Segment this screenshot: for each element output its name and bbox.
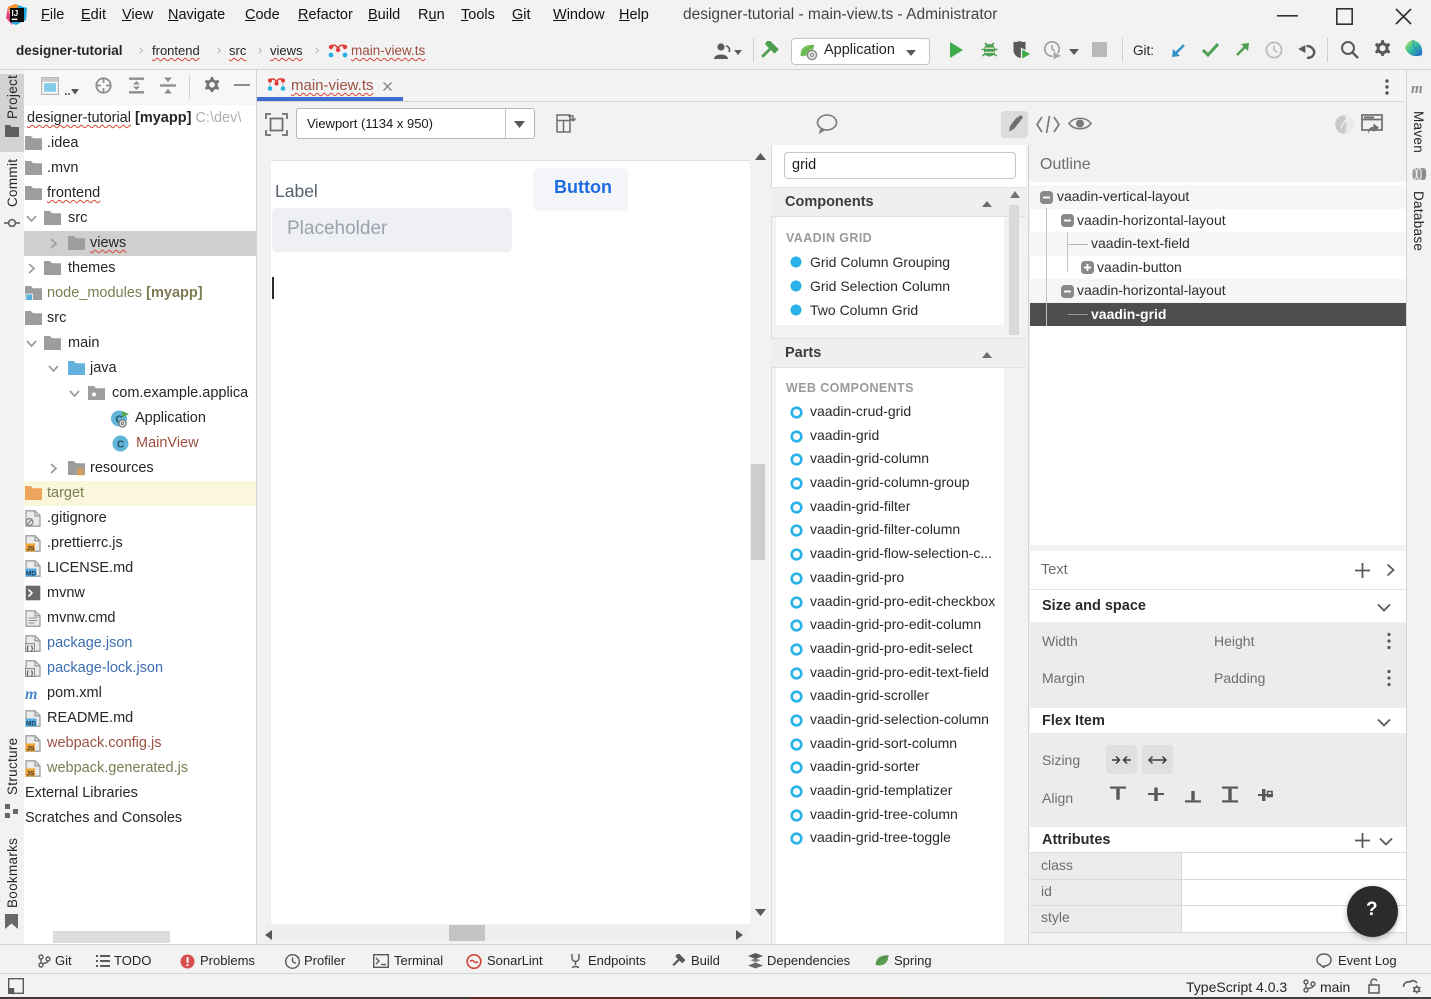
svg-text:JS: JS [27, 545, 36, 552]
svg-text:MD: MD [26, 720, 36, 727]
svg-text:m: m [25, 686, 37, 701]
svg-text:JS: JS [27, 745, 36, 752]
svg-text:{ }: { } [26, 645, 33, 652]
svg-text:IJ: IJ [12, 9, 19, 18]
svg-text:MD: MD [26, 570, 36, 577]
svg-text:C: C [117, 440, 124, 451]
svg-text:m: m [1411, 81, 1423, 96]
svg-text:{ }: { } [26, 670, 33, 677]
svg-text:JS: JS [27, 770, 36, 777]
